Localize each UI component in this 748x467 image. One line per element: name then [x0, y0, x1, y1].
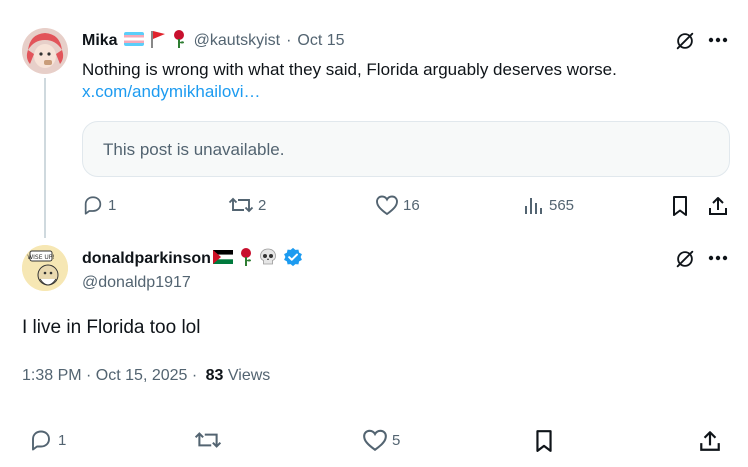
reply-button[interactable]: 1	[82, 194, 116, 216]
post-time[interactable]: 1:38 PM · Oct 15, 2025 ·	[22, 367, 197, 384]
views-count: 565	[549, 196, 575, 214]
thread-line	[44, 78, 46, 238]
author-name[interactable]: donaldparkinson	[82, 250, 211, 268]
main-post-text: I live in Florida too lol	[22, 317, 201, 338]
views-count: 83	[205, 367, 224, 384]
more-icon[interactable]	[706, 246, 730, 270]
bookmark-button[interactable]	[531, 428, 557, 454]
quoted-post-header: Mika @kautskyist · Oct 15	[82, 29, 345, 53]
bookmark-button[interactable]	[668, 194, 692, 218]
avatar-mika[interactable]	[22, 28, 68, 74]
author-handle[interactable]: @kautskyist	[194, 32, 280, 50]
repost-icon	[194, 432, 222, 448]
verified-badge-icon[interactable]	[283, 247, 303, 272]
like-count: 5	[392, 431, 401, 449]
share-button[interactable]	[697, 428, 723, 454]
views-button[interactable]: 565	[523, 194, 574, 216]
post-date[interactable]: Oct 15	[297, 32, 344, 50]
unavailable-text: This post is unavailable.	[103, 140, 285, 159]
reply-count: 1	[108, 196, 117, 214]
share-button[interactable]	[706, 194, 730, 218]
avatar-donaldparkinson[interactable]: WISE UP!	[22, 245, 68, 291]
views-icon	[525, 198, 542, 214]
skull-icon	[259, 248, 277, 271]
more-icon[interactable]	[706, 28, 730, 52]
rose-icon	[239, 247, 253, 271]
like-button[interactable]: 5	[362, 428, 400, 452]
share-icon	[700, 431, 720, 451]
main-author-handle[interactable]: @donaldp1917	[82, 274, 191, 292]
views-label: Views	[227, 367, 271, 384]
like-count: 16	[403, 196, 420, 214]
author-name[interactable]: Mika	[82, 32, 118, 50]
grok-icon[interactable]	[672, 246, 698, 272]
rose-icon	[172, 29, 186, 53]
reply-icon	[84, 196, 102, 215]
reply-icon	[32, 430, 50, 451]
bookmark-icon	[673, 196, 687, 216]
like-icon	[376, 195, 398, 216]
repost-count: 2	[258, 196, 267, 214]
like-button[interactable]: 16	[375, 194, 420, 216]
like-icon	[363, 429, 387, 452]
red-flag-icon	[150, 30, 166, 53]
palestine-flag-icon	[212, 249, 233, 269]
repost-button[interactable]	[193, 428, 223, 452]
reply-button[interactable]: 1	[28, 428, 66, 452]
svg-text:WISE UP!: WISE UP!	[27, 254, 55, 261]
post-timestamp-row: 1:38 PM · Oct 15, 2025 · 83 Views	[22, 367, 270, 385]
share-icon	[709, 197, 727, 215]
bookmark-icon	[536, 430, 552, 452]
quoted-post-link[interactable]: x.com/andymikhailovi…	[82, 82, 261, 102]
separator-dot: ·	[286, 32, 292, 49]
reply-count: 1	[58, 431, 67, 449]
repost-button[interactable]: 2	[228, 194, 266, 216]
repost-icon	[228, 197, 254, 213]
main-post-header: donaldparkinson	[82, 247, 303, 272]
quoted-post-text: Nothing is wrong with what they said, Fl…	[82, 60, 617, 79]
trans-flag-icon	[123, 31, 144, 51]
grok-icon[interactable]	[672, 28, 698, 54]
unavailable-card: This post is unavailable.	[82, 121, 730, 177]
